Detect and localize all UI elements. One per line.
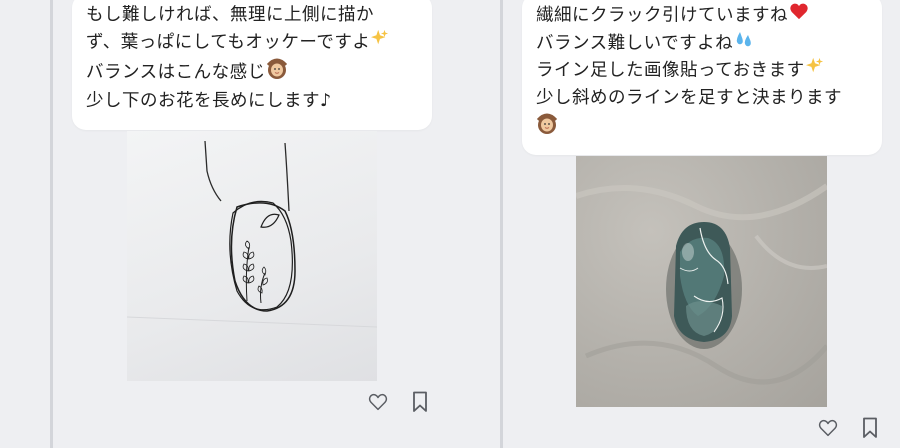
sparkles-emoji-icon: [805, 57, 824, 84]
left-comment-line-3: バランスはこんな感じ: [86, 62, 266, 82]
bookmark-outline-icon[interactable]: [862, 417, 878, 443]
woman-gesturing-ok-emoji-icon: [266, 57, 287, 88]
right-comment-line-3-wrap: ライン足した画像貼っておきます: [536, 57, 868, 85]
left-comment-line-1: もし難しければ、無理に上側に描か: [86, 5, 374, 25]
right-comment-bubble: 繊細にクラック引けていますね バランス難しいですよね ライン足した画像貼っておき…: [522, 0, 882, 155]
woman-gesturing-ok-emoji-icon: [536, 112, 558, 143]
red-heart-emoji-icon: [789, 2, 809, 29]
heart-outline-icon[interactable]: [818, 419, 838, 441]
right-comment-line-1-wrap: 繊細にクラック引けていますね: [536, 2, 868, 30]
right-comment-line-3: ライン足した画像貼っておきます: [536, 60, 805, 81]
right-comment-line-5-wrap: [536, 112, 868, 143]
right-nail-photo[interactable]: [576, 156, 827, 407]
bookmark-outline-icon[interactable]: [412, 391, 428, 417]
left-sketch-photo[interactable]: [127, 131, 377, 381]
center-column-divider: [500, 0, 503, 448]
right-comment-line-2-wrap: バランス難しいですよね: [536, 30, 868, 58]
sweat-droplets-emoji-icon: [734, 30, 754, 57]
left-comment-line-3-wrap: バランスはこんな感じ: [86, 57, 418, 88]
right-comment-line-2: バランス難しいですよね: [536, 33, 734, 53]
sparkles-emoji-icon: [371, 29, 389, 56]
left-comment-bubble: もし難しければ、無理に上側に描か ず、葉っぱにしてもオッケーですよ バランスはこ…: [72, 0, 432, 130]
left-comment-line-2-wrap: ず、葉っぱにしてもオッケーですよ: [86, 29, 418, 57]
left-column-divider: [50, 0, 53, 448]
heart-outline-icon[interactable]: [368, 393, 388, 415]
left-comment-line-2: ず、葉っぱにしてもオッケーですよ: [86, 32, 371, 53]
left-comment-line-4: 少し下のお花を長めにします♪: [86, 90, 332, 111]
right-comment-line-1: 繊細にクラック引けていますね: [536, 5, 788, 26]
right-comment-line-4: 少し斜めのラインを足すと決まります: [536, 87, 842, 108]
